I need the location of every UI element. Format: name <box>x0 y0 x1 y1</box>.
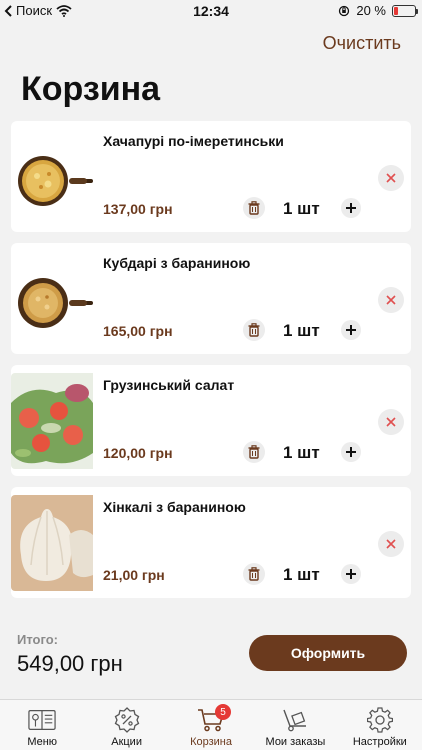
increase-quantity-button[interactable] <box>341 564 361 584</box>
plus-icon <box>346 203 356 213</box>
cart-item: Кубдарі з бараниною 165,00 грн 1 шт <box>11 243 411 354</box>
tab-label: Мои заказы <box>265 736 326 748</box>
increase-quantity-button[interactable] <box>341 320 361 340</box>
status-bar: Поиск 12:34 20 % <box>0 0 422 22</box>
product-image-khachapuri <box>11 129 93 225</box>
menu-book-icon <box>28 707 56 733</box>
cart-item: Хінкалі з бараниною 21,00 грн 1 шт <box>11 487 411 598</box>
remove-item-button[interactable] <box>378 531 404 557</box>
checkout-button[interactable]: Оформить <box>249 635 407 671</box>
close-icon <box>386 417 396 427</box>
cart-list: Хачапурі по-імеретинськи 137,00 грн 1 шт <box>11 121 411 609</box>
item-quantity: 1 шт <box>283 565 320 584</box>
item-quantity: 1 шт <box>283 321 320 340</box>
tab-label: Настройки <box>352 736 407 748</box>
hand-truck-icon <box>281 707 309 733</box>
trash-icon <box>243 563 265 585</box>
tab-cart[interactable]: 5 Корзина <box>169 700 253 750</box>
close-icon <box>386 173 396 183</box>
discount-badge-icon <box>113 707 141 733</box>
item-name: Кубдарі з бараниною <box>103 255 251 271</box>
cart-item: Грузинський салат 120,00 грн 1 шт <box>11 365 411 476</box>
item-price: 137,00 грн <box>103 201 173 217</box>
tab-label: Меню <box>27 736 58 748</box>
battery-fill <box>394 6 398 15</box>
total-label: Итого: <box>17 632 58 647</box>
trash-icon <box>243 319 265 341</box>
product-image-georgian-salad <box>11 373 93 469</box>
delete-item-button[interactable] <box>243 441 265 463</box>
tab-settings[interactable]: Настройки <box>338 700 422 750</box>
cart-count-badge: 5 <box>215 704 232 720</box>
close-icon <box>386 295 396 305</box>
product-image-khinkali <box>11 495 93 591</box>
item-price: 165,00 грн <box>103 323 173 339</box>
tab-label: Акции <box>111 736 142 748</box>
remove-item-button[interactable] <box>378 409 404 435</box>
battery-icon <box>392 4 418 17</box>
plus-icon <box>346 569 356 579</box>
item-quantity: 1 шт <box>283 199 320 218</box>
item-name: Хінкалі з бараниною <box>103 499 246 515</box>
item-name: Грузинський салат <box>103 377 235 393</box>
tab-my-orders[interactable]: Мои заказы <box>253 700 337 750</box>
battery-percent: 20 % <box>356 3 386 18</box>
tab-label: Корзина <box>190 736 232 748</box>
remove-item-button[interactable] <box>378 287 404 313</box>
item-price: 21,00 грн <box>103 567 165 583</box>
gear-icon <box>366 707 394 733</box>
close-icon <box>386 539 396 549</box>
tab-bar: Меню Акции 5 Корзина Мои заказы Настройк… <box>0 699 422 750</box>
item-price: 120,00 грн <box>103 445 173 461</box>
clear-cart-button[interactable]: Очистить <box>323 33 401 54</box>
delete-item-button[interactable] <box>243 319 265 341</box>
status-right: 20 % <box>338 3 418 18</box>
plus-icon <box>346 325 356 335</box>
item-quantity: 1 шт <box>283 443 320 462</box>
increase-quantity-button[interactable] <box>341 442 361 462</box>
tab-menu[interactable]: Меню <box>0 700 84 750</box>
increase-quantity-button[interactable] <box>341 198 361 218</box>
cart-item: Хачапурі по-імеретинськи 137,00 грн 1 шт <box>11 121 411 232</box>
item-name: Хачапурі по-імеретинськи <box>103 133 284 149</box>
page-title: Корзина <box>21 70 161 108</box>
remove-item-button[interactable] <box>378 165 404 191</box>
trash-icon <box>243 441 265 463</box>
trash-icon <box>243 197 265 219</box>
product-image-kubdari <box>11 251 93 347</box>
tab-promotions[interactable]: Акции <box>84 700 168 750</box>
rotation-lock-icon <box>339 5 350 16</box>
delete-item-button[interactable] <box>243 197 265 219</box>
plus-icon <box>346 447 356 457</box>
delete-item-button[interactable] <box>243 563 265 585</box>
total-value: 549,00 грн <box>17 651 123 676</box>
